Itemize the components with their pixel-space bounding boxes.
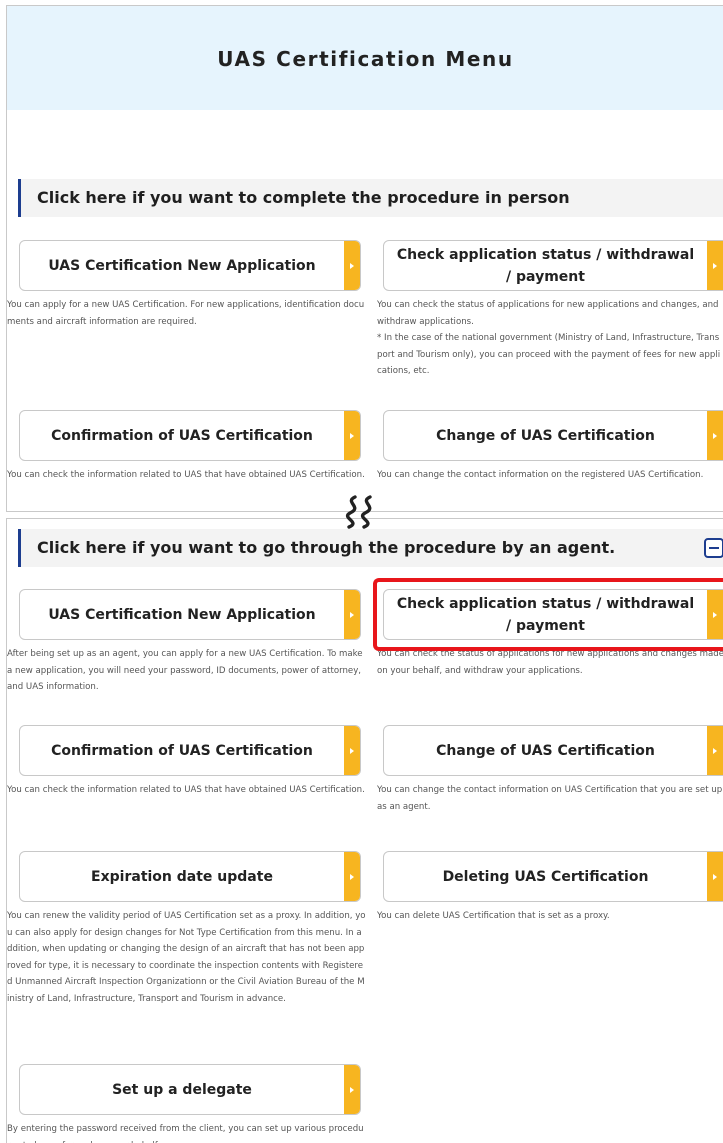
check-status-note: * In the case of the national government… — [377, 333, 721, 376]
button-label: Expiration date update — [91, 868, 273, 885]
check-status-description: You can check the status of applications… — [377, 297, 723, 380]
agent-new-application-description: After being set up as an agent, you can … — [7, 649, 363, 692]
new-application-button[interactable]: UAS Certification New Application — [19, 240, 361, 291]
agent-confirmation-button[interactable]: Confirmation of UAS Certification — [19, 725, 361, 776]
chevron-right-icon — [707, 726, 723, 775]
button-label: Deleting UAS Certification — [442, 868, 649, 885]
expiration-update-button[interactable]: Expiration date update — [19, 851, 361, 902]
deleting-description: You can delete UAS Certification that is… — [377, 911, 610, 921]
deleting-button[interactable]: Deleting UAS Certification — [383, 851, 723, 902]
check-status-button[interactable]: Check application status / withdrawal / … — [383, 240, 723, 291]
agent-change-description: You can change the contact information o… — [377, 785, 723, 812]
check-status-desc-text: You can check the status of applications… — [377, 300, 719, 327]
confirmation-description: You can check the information related to… — [7, 470, 365, 480]
expiration-update-description: You can renew the validity period of UAS… — [7, 911, 366, 1004]
agent-confirmation-description: You can check the information related to… — [7, 785, 365, 795]
agent-panel: Click here if you want to go through the… — [6, 518, 723, 1143]
chevron-right-icon — [707, 411, 723, 460]
chevron-right-icon — [344, 726, 360, 775]
agent-check-status-description: You can check the status of applications… — [377, 649, 723, 676]
chevron-right-icon — [344, 1065, 360, 1114]
agent-change-button[interactable]: Change of UAS Certification — [383, 725, 723, 776]
break-mark-icon — [346, 495, 372, 529]
button-label: Change of UAS Certification — [436, 427, 655, 444]
agent-new-application-button[interactable]: UAS Certification New Application — [19, 589, 361, 640]
section-title: Click here if you want to go through the… — [37, 538, 616, 557]
page-title: UAS Certification Menu — [217, 47, 514, 71]
chevron-right-icon — [707, 852, 723, 901]
chevron-right-icon — [344, 590, 360, 639]
button-label: Confirmation of UAS Certification — [51, 742, 313, 759]
chevron-right-icon — [344, 411, 360, 460]
change-button[interactable]: Change of UAS Certification — [383, 410, 723, 461]
agent-check-status-button[interactable]: Check application status / withdrawal / … — [383, 589, 723, 640]
chevron-right-icon — [344, 852, 360, 901]
button-label: Check application status / withdrawal / … — [396, 246, 695, 285]
button-label: Set up a delegate — [112, 1081, 252, 1098]
chevron-right-icon — [707, 590, 723, 639]
button-label: Confirmation of UAS Certification — [51, 427, 313, 444]
section-header-agent: Click here if you want to go through the… — [18, 529, 723, 567]
button-label: UAS Certification New Application — [48, 606, 316, 623]
in-person-panel: UAS Certification Menu Click here if you… — [6, 5, 723, 512]
button-label: Check application status / withdrawal / … — [396, 595, 695, 634]
button-label: Change of UAS Certification — [436, 742, 655, 759]
set-up-delegate-description: By entering the password received from t… — [7, 1124, 364, 1143]
page-header: UAS Certification Menu — [7, 6, 723, 110]
chevron-right-icon — [344, 241, 360, 290]
chevron-right-icon — [707, 241, 723, 290]
set-up-delegate-button[interactable]: Set up a delegate — [19, 1064, 361, 1115]
button-label: UAS Certification New Application — [48, 257, 316, 274]
change-description: You can change the contact information o… — [377, 470, 704, 480]
section-header-in-person: Click here if you want to complete the p… — [18, 179, 723, 217]
minus-icon[interactable] — [704, 538, 723, 558]
new-application-description: You can apply for a new UAS Certificatio… — [7, 300, 365, 327]
confirmation-button[interactable]: Confirmation of UAS Certification — [19, 410, 361, 461]
section-title: Click here if you want to complete the p… — [37, 188, 570, 207]
